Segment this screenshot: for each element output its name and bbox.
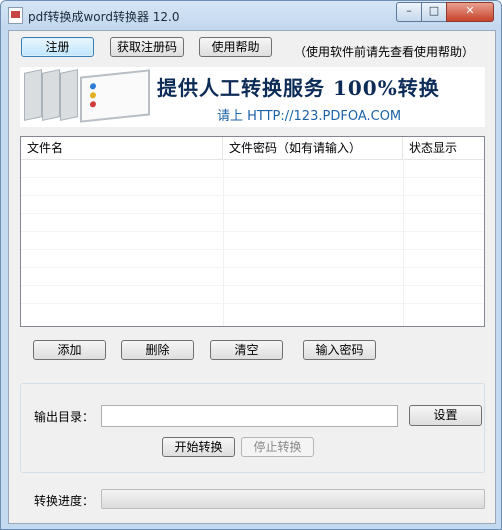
row-line <box>21 231 484 232</box>
delete-button[interactable]: 删除 <box>121 340 194 360</box>
row-line <box>21 285 484 286</box>
title-bar[interactable]: pdf转换成word转换器 12.0 – □ ✕ <box>1 1 501 29</box>
row-line <box>21 267 484 268</box>
board-graphic <box>60 69 78 121</box>
settings-button[interactable]: 设置 <box>409 405 482 426</box>
row-line <box>21 303 484 304</box>
help-button[interactable]: 使用帮助 <box>199 37 272 57</box>
list-header: 文件名 文件密码（如有请输入） 状态显示 <box>21 137 484 160</box>
magnet-icon <box>90 91 96 99</box>
progress-bar <box>101 489 485 509</box>
output-dir-input[interactable] <box>101 405 398 427</box>
help-hint: （使用软件前请先查看使用帮助） <box>294 45 475 59</box>
column-divider <box>403 159 404 326</box>
output-dir-label: 输出目录： <box>34 410 95 424</box>
row-line <box>21 249 484 250</box>
clear-button[interactable]: 清空 <box>210 340 283 360</box>
register-button[interactable]: 注册 <box>21 37 94 57</box>
row-line <box>21 195 484 196</box>
column-divider <box>223 159 224 326</box>
row-line <box>21 213 484 214</box>
file-list[interactable]: 文件名 文件密码（如有请输入） 状态显示 <box>20 136 485 327</box>
maximize-button[interactable]: □ <box>421 2 447 22</box>
window-title: pdf转换成word转换器 12.0 <box>28 10 180 24</box>
output-group <box>20 383 485 473</box>
progress-label: 转换进度： <box>34 494 95 508</box>
main-panel: 注册 获取注册码 使用帮助 （使用软件前请先查看使用帮助） 提供人工转换服务 1… <box>8 30 496 524</box>
app-window: pdf转换成word转换器 12.0 – □ ✕ 注册 获取注册码 使用帮助 （… <box>0 0 502 530</box>
minimize-button[interactable]: – <box>396 2 422 22</box>
magnet-icon <box>90 100 96 108</box>
board-graphic <box>42 69 60 121</box>
get-code-button[interactable]: 获取注册码 <box>110 37 184 57</box>
password-button[interactable]: 输入密码 <box>303 340 376 360</box>
column-password[interactable]: 文件密码（如有请输入） <box>223 137 403 159</box>
add-button[interactable]: 添加 <box>33 340 106 360</box>
banner-headline: 提供人工转换服务 100%转换 <box>157 76 440 100</box>
column-status[interactable]: 状态显示 <box>403 137 484 159</box>
row-line <box>21 177 484 178</box>
column-filename[interactable]: 文件名 <box>21 137 223 159</box>
ad-banner[interactable]: 提供人工转换服务 100%转换 请上 HTTP://123.PDFOA.COM <box>20 67 485 127</box>
pdf-app-icon <box>8 7 23 24</box>
magnet-icon <box>90 82 96 90</box>
whiteboard-graphic <box>80 69 150 123</box>
close-button[interactable]: ✕ <box>446 2 494 22</box>
stop-convert-button: 停止转换 <box>241 437 314 457</box>
banner-url[interactable]: 请上 HTTP://123.PDFOA.COM <box>217 105 401 124</box>
board-graphic <box>24 69 42 121</box>
start-convert-button[interactable]: 开始转换 <box>162 437 235 457</box>
